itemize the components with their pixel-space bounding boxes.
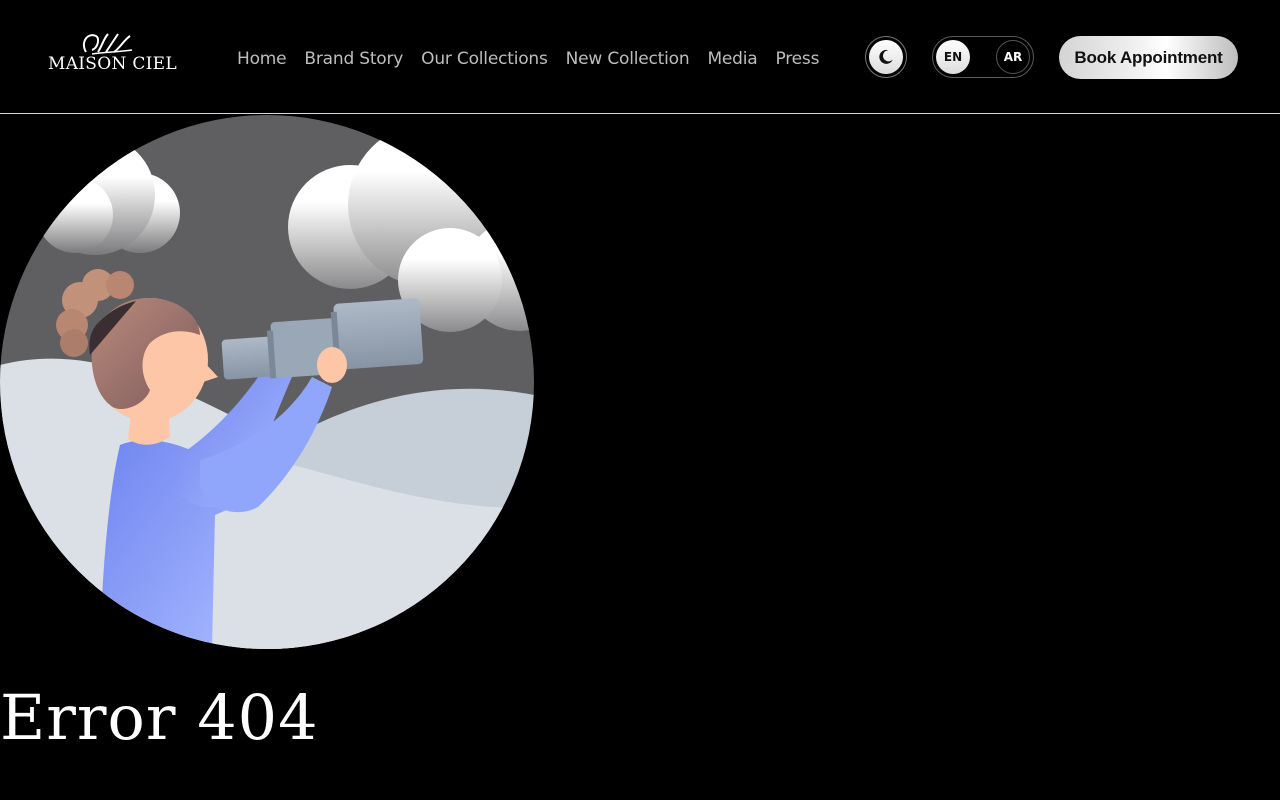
person-hand xyxy=(317,347,347,383)
language-toggle: EN AR xyxy=(932,36,1034,78)
nav-media[interactable]: Media xyxy=(698,44,766,74)
nav-brand-story[interactable]: Brand Story xyxy=(295,44,412,74)
lang-ar-button[interactable]: AR xyxy=(996,40,1030,74)
nav-new-collection[interactable]: New Collection xyxy=(557,44,699,74)
theme-toggle-button[interactable] xyxy=(865,36,907,78)
moon-icon xyxy=(879,49,893,64)
brand-logo[interactable]: MAISON CIEL xyxy=(48,28,177,78)
logo-calligraphy-icon xyxy=(82,33,133,55)
nav-our-collections[interactable]: Our Collections xyxy=(412,44,557,74)
main-nav: Home Brand Story Our Collections New Col… xyxy=(228,44,828,74)
nav-home[interactable]: Home xyxy=(228,44,295,74)
site-header: MAISON CIEL Home Brand Story Our Collect… xyxy=(0,0,1280,114)
brand-name: MAISON CIEL xyxy=(48,54,177,74)
nav-press[interactable]: Press xyxy=(767,44,829,74)
lang-en-button[interactable]: EN xyxy=(936,40,970,74)
book-appointment-button[interactable]: Book Appointment xyxy=(1059,36,1238,79)
theme-toggle-knob xyxy=(869,40,903,74)
error-title: Error 404 xyxy=(0,681,319,754)
error-404-illustration xyxy=(0,115,534,649)
